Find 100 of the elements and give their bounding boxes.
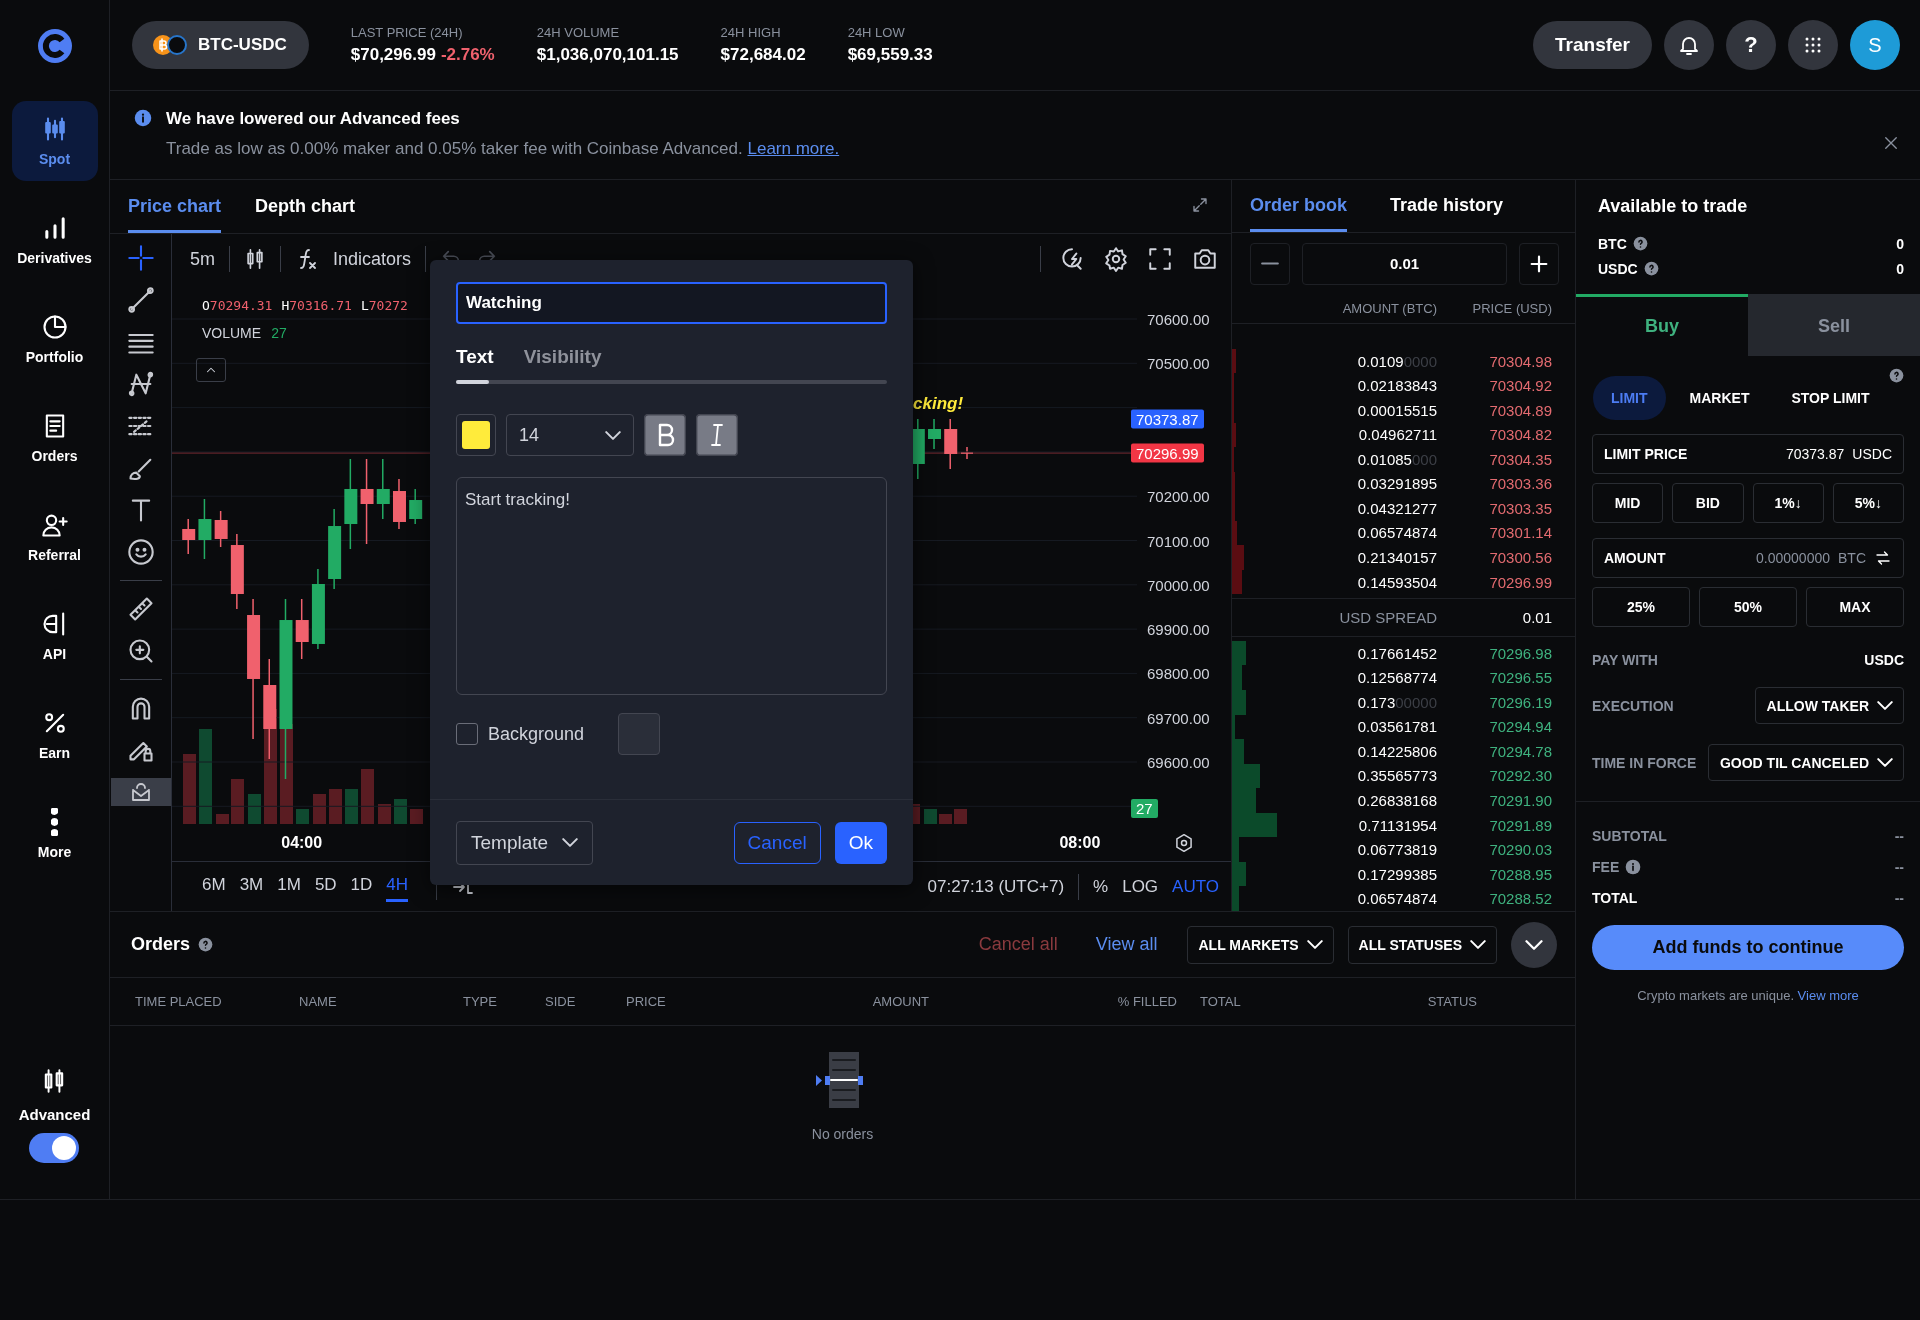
name-input-field[interactable]: Watching [456, 282, 887, 324]
text-input-field[interactable]: Start tracking! [456, 477, 887, 695]
sidebar-item[interactable]: Earn [11, 685, 98, 784]
scale-option[interactable]: LOG [1122, 876, 1159, 897]
learn-more-link[interactable]: Learn more. [747, 139, 840, 158]
range-button[interactable]: 5D [314, 871, 337, 902]
summary-value: -- [1894, 889, 1904, 906]
filter-dropdown[interactable]: ALL STATUSES [1347, 925, 1497, 964]
column-header: % FILLED [1117, 994, 1177, 1009]
dialog-tab[interactable]: Text [456, 346, 494, 368]
advanced-toggle[interactable] [29, 1133, 80, 1163]
filter-dropdown[interactable]: ALL MARKETS [1187, 925, 1334, 964]
amount-preset-button[interactable]: 50% [1699, 587, 1797, 627]
range-button[interactable]: 3M [239, 871, 264, 902]
price-preset-button[interactable]: 5%↓ [1832, 483, 1904, 523]
price-preset-button[interactable]: BID [1672, 483, 1744, 523]
dialog-tab[interactable]: Visibility [523, 346, 602, 368]
apps-button[interactable] [1788, 20, 1838, 70]
settings-icon[interactable] [1174, 832, 1194, 853]
alert-icon[interactable] [1059, 246, 1085, 272]
collapse-button[interactable] [1511, 921, 1557, 968]
notifications-button[interactable] [1664, 20, 1714, 70]
order-type-tab[interactable]: MARKET [1671, 376, 1768, 420]
chart-tab[interactable]: Depth chart [255, 180, 356, 233]
summary-value: -- [1894, 858, 1904, 875]
hide-drawings-button[interactable] [110, 778, 171, 806]
sidebar-item[interactable]: Spot [11, 101, 98, 181]
price-axis-label: 70600.00 [1147, 310, 1210, 328]
sidebar-item[interactable]: More [11, 784, 98, 883]
indicators-button[interactable]: Indicators [333, 248, 412, 270]
coin-icon [152, 34, 188, 56]
increase-button[interactable] [1519, 243, 1559, 285]
column-header: AMOUNT (BTC) [1341, 301, 1437, 317]
interval-button[interactable]: 5m [190, 248, 215, 270]
limit-price-input[interactable]: 70373.87 [1734, 446, 1845, 462]
zoom-in-icon[interactable] [126, 637, 155, 665]
template-dropdown[interactable]: Template [456, 820, 594, 865]
spread-value: 0.01 [1521, 609, 1552, 627]
order-type-tab[interactable]: LIMIT [1593, 376, 1666, 420]
font-size-select[interactable]: 14 [506, 414, 634, 456]
price-preset-button[interactable]: 1%↓ [1752, 483, 1824, 523]
expand-icon[interactable] [1191, 195, 1209, 214]
help-button[interactable]: ? [1726, 20, 1776, 70]
sidebar-item[interactable]: Referral [11, 487, 98, 586]
grid-icon [1804, 36, 1822, 54]
scale-option[interactable]: AUTO [1172, 876, 1219, 897]
pair-selector[interactable]: BTC-USDC [132, 21, 309, 69]
execution-dropdown[interactable]: ALLOW TAKER [1754, 687, 1904, 724]
smiley-icon[interactable] [126, 538, 155, 566]
column-header: STATUS [1427, 994, 1477, 1009]
view-more-link[interactable]: View more [1797, 988, 1859, 1003]
amount-preset-button[interactable]: MAX [1806, 587, 1904, 627]
amount-field[interactable]: AMOUNT 0.00000000 BTC [1592, 538, 1904, 578]
candlestick-icon[interactable] [244, 247, 266, 271]
color-picker[interactable] [456, 414, 496, 456]
sidebar-item[interactable]: Orders [11, 388, 98, 487]
advanced-label: Advanced [18, 1106, 91, 1123]
help-icon [1632, 236, 1648, 251]
ok-button[interactable]: Ok [834, 821, 887, 864]
sidebar-item[interactable]: API [11, 586, 98, 685]
color-picker[interactable] [618, 713, 661, 755]
settings-icon[interactable] [1103, 246, 1129, 272]
background-checkbox[interactable] [456, 723, 478, 745]
range-button[interactable]: 1M [277, 871, 301, 902]
price-cell-text: 70291.89 [1488, 816, 1552, 834]
trend-line-icon[interactable] [126, 286, 155, 314]
limit-price-field[interactable]: LIMIT PRICE 70373.87 USDC [1592, 434, 1904, 474]
order-book-tab[interactable]: Order book [1250, 180, 1347, 232]
range-button[interactable]: 6M [202, 871, 226, 902]
price-axis-label: 70000.00 [1147, 576, 1210, 594]
order-book-tab[interactable]: Trade history [1390, 180, 1504, 232]
order-type-tab[interactable]: STOP LIMIT [1773, 376, 1888, 420]
help-icon [1643, 261, 1659, 276]
crosshair-icon[interactable] [126, 244, 155, 272]
price-preset-button[interactable]: MID [1592, 483, 1664, 523]
camera-icon[interactable] [1191, 246, 1219, 272]
amount-input[interactable]: 0.00000000 [1730, 550, 1830, 566]
sidebar-item[interactable]: Derivatives [11, 190, 98, 289]
volume-bar [410, 809, 423, 824]
add-funds-button[interactable]: Add funds to continue [1592, 925, 1904, 970]
side-tab[interactable]: Sell [1748, 294, 1920, 356]
transfer-button[interactable]: Transfer [1533, 21, 1652, 69]
swap-icon[interactable] [1874, 549, 1892, 567]
sidebar-item[interactable]: Portfolio [11, 289, 98, 388]
range-button[interactable]: 4H [386, 871, 409, 902]
increment-field[interactable]: 0.01 [1302, 243, 1507, 285]
stat-value: $72,684.02 [720, 45, 806, 65]
chart-tab[interactable]: Price chart [128, 180, 222, 233]
stat-value: $70,296.99 [350, 45, 436, 65]
amount-preset-button[interactable]: 25% [1592, 587, 1690, 627]
bold-toggle[interactable] [644, 414, 686, 456]
italic-toggle[interactable] [696, 414, 738, 456]
fullscreen-icon[interactable] [1147, 246, 1173, 272]
amount-cell-text: 0.12568774 [1356, 669, 1437, 687]
view-all-button[interactable]: View all [1095, 934, 1158, 955]
time-in-force-dropdown[interactable]: GOOD TIL CANCELED [1707, 744, 1904, 781]
pattern-icon[interactable] [126, 370, 155, 398]
scale-option[interactable]: % [1093, 876, 1109, 897]
range-button[interactable]: 1D [350, 871, 373, 902]
price-cell-text: 70296.99 [1488, 573, 1552, 591]
